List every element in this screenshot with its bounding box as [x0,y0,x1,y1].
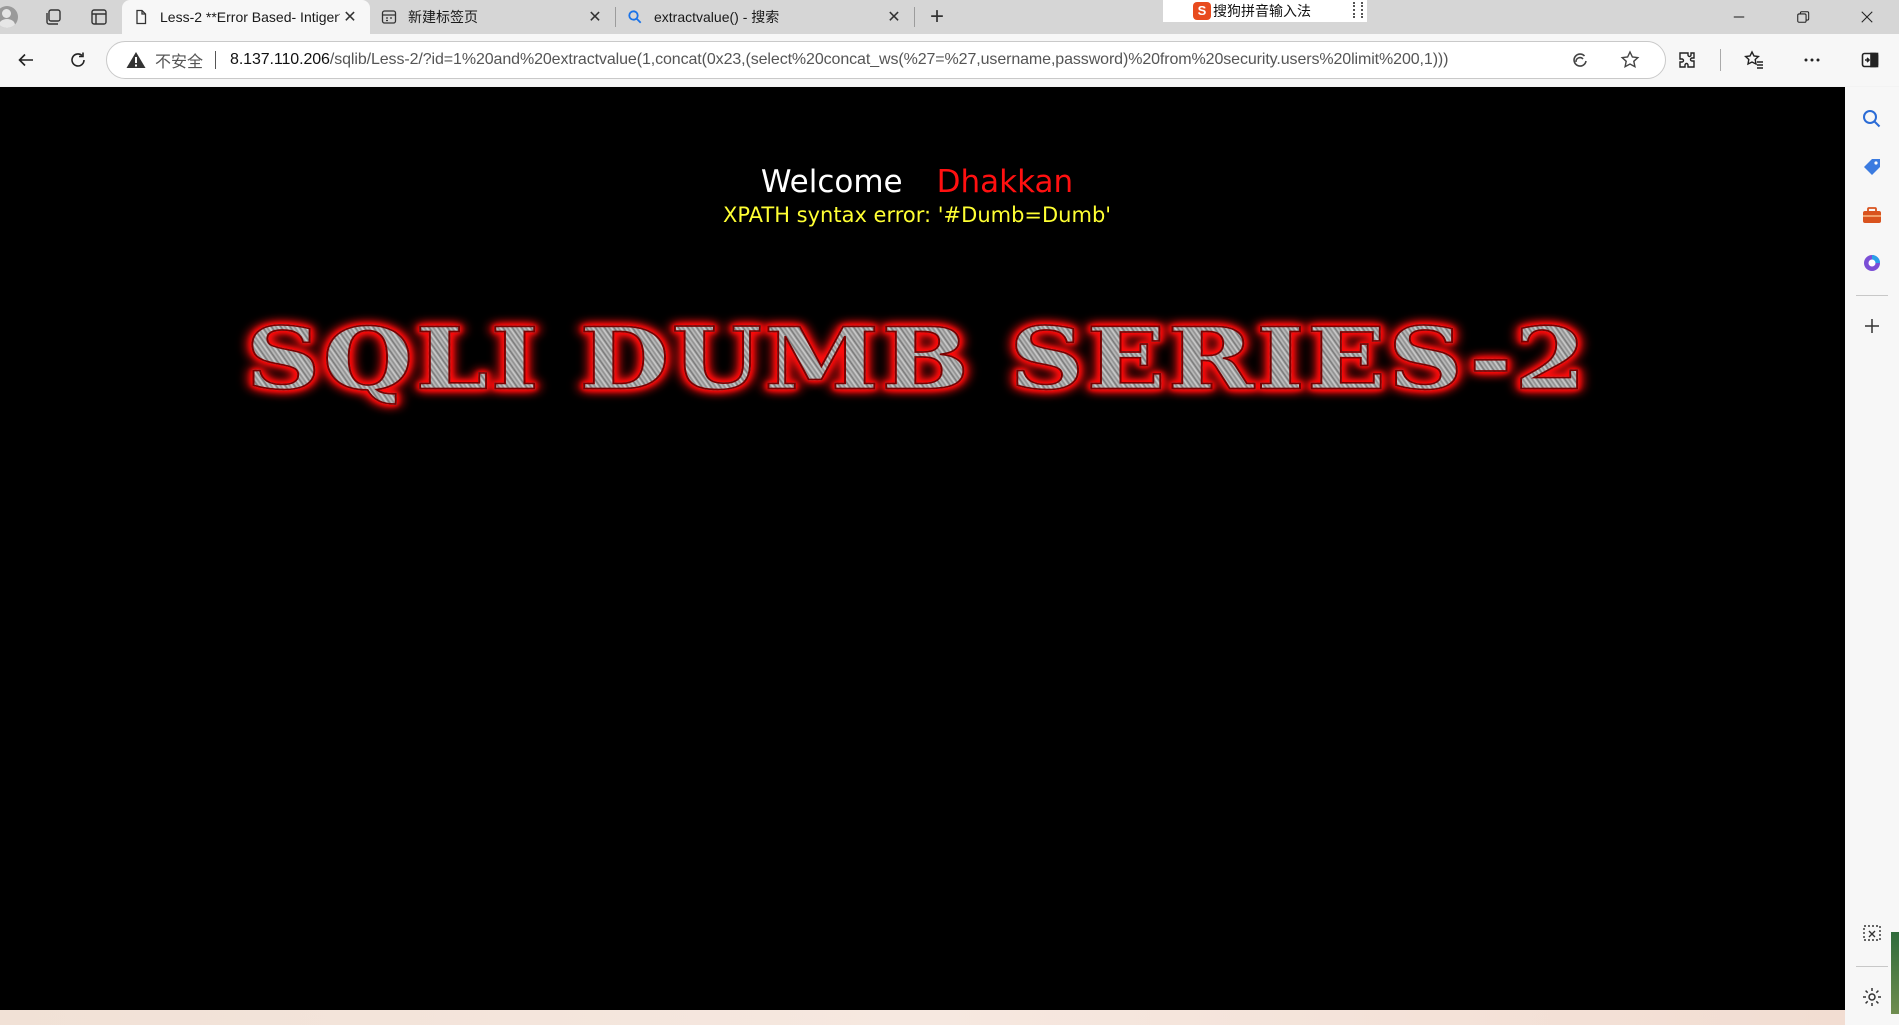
favorites-icon[interactable] [1725,40,1783,80]
newtab-icon [380,8,398,26]
ime-drag-handle[interactable] [1353,2,1363,18]
welcome-text: Welcome [760,164,903,200]
url-host: 8.137.110.206 [230,51,330,68]
search-icon [626,8,644,26]
new-tab-button[interactable]: + [915,0,959,34]
sidebar-search-icon[interactable] [1854,101,1890,137]
page-icon [132,8,150,26]
tab-title: 新建标签页 [408,9,478,25]
more-options-icon[interactable] [1783,40,1841,80]
sidebar-divider [1856,295,1888,296]
web-page: Welcome Dhakkan XPATH syntax error: '#Dum… [0,87,1845,1010]
sidebar-settings-gear-icon[interactable] [1854,979,1890,1015]
series-banner: SQLI DUMB SERIES-2 [0,297,1834,420]
office-icon[interactable] [1854,245,1890,281]
refresh-button[interactable] [52,40,104,80]
tab-close-button[interactable]: ✕ [340,7,360,27]
tab-search[interactable]: extractvalue() - 搜索 ✕ [616,0,914,34]
navigation-toolbar: 不安全 8.137.110.206/sqlib/Less-2/?id=1%20a… [0,34,1899,86]
browser-window: Less-2 **Error Based- Intiger** ✕ 新建标签页 … [0,0,1899,1025]
shopping-tag-icon[interactable] [1854,149,1890,185]
url-text[interactable]: 8.137.110.206/sqlib/Less-2/?id=1%20and%2… [230,51,1555,69]
tab-strip: Less-2 **Error Based- Intiger** ✕ 新建标签页 … [0,0,1899,34]
add-sidebar-app-icon[interactable] [1854,308,1890,344]
warning-icon[interactable] [125,50,147,70]
back-button[interactable] [0,40,52,80]
address-bar[interactable]: 不安全 8.137.110.206/sqlib/Less-2/?id=1%20a… [106,41,1666,79]
workspaces-icon[interactable] [30,0,76,34]
sogou-logo-icon: S [1193,2,1211,20]
tools-toolbox-icon[interactable] [1854,197,1890,233]
error-message: XPATH syntax error: '#Dumb=Dumb' [722,203,1112,227]
scrollbar-thumb[interactable] [1891,932,1899,1014]
tab-close-button[interactable]: ✕ [585,7,605,27]
profile-avatar[interactable] [0,0,30,34]
address-divider [215,51,217,69]
security-status[interactable]: 不安全 [155,48,203,72]
extensions-icon[interactable] [1658,40,1716,80]
url-path: /sqlib/Less-2/?id=1%20and%20extractvalue… [329,51,1449,68]
toolbar-divider [1720,49,1721,71]
sidebar-divider [1856,966,1888,967]
ime-status-bar[interactable]: S 搜狗拼音输入法 [1163,0,1367,22]
tab-less-2[interactable]: Less-2 **Error Based- Intiger** ✕ [122,0,370,34]
tab-close-button[interactable]: ✕ [884,7,904,27]
close-window-button[interactable] [1835,0,1899,34]
restore-button[interactable] [1771,0,1835,34]
tab-title: Less-2 **Error Based- Intiger** [160,9,340,25]
welcome-line: Welcome Dhakkan [0,164,1834,200]
ime-label: 搜狗拼音输入法 [1213,3,1311,19]
screenshot-capture-icon[interactable] [1854,916,1890,952]
tab-new-tab[interactable]: 新建标签页 ✕ [370,0,615,34]
minimize-button[interactable] [1707,0,1771,34]
read-aloud-icon[interactable] [1555,50,1605,70]
tab-title: extractvalue() - 搜索 [654,9,780,25]
taskbar-edge [0,1010,1845,1025]
favorite-star-icon[interactable] [1605,50,1655,70]
tab-actions-icon[interactable] [76,0,122,34]
sidebar-toggle-icon[interactable] [1841,40,1899,80]
user-name: Dhakkan [936,164,1074,200]
edge-sidebar [1845,87,1899,1025]
window-controls [1707,0,1899,34]
banner-text: SQLI DUMB SERIES-2 [245,307,1589,409]
toolbar-actions [1658,40,1899,80]
